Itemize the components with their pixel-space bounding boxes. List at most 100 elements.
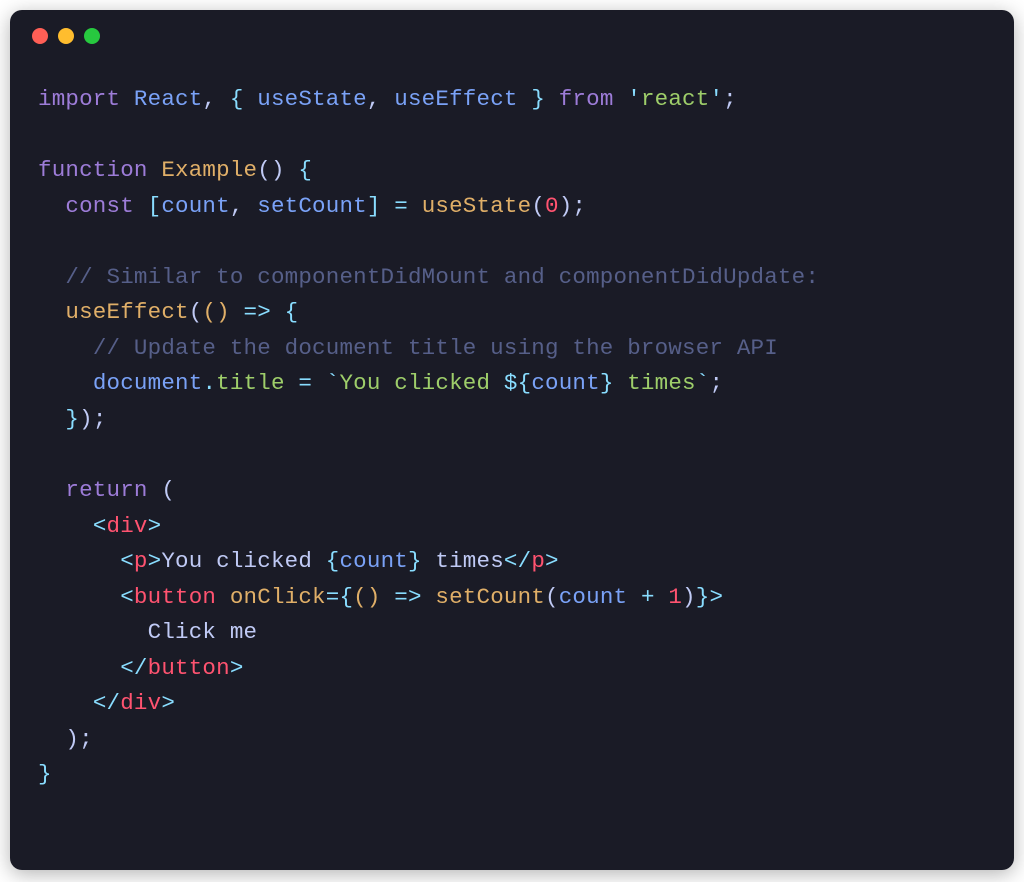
paren-open: (: [189, 299, 203, 325]
paren-close: ): [271, 157, 285, 183]
comment-line: // Update the document title using the b…: [93, 335, 778, 361]
bracket-close: ]: [367, 193, 381, 219]
var-count: count: [531, 370, 600, 396]
identifier-useeffect: useEffect: [394, 86, 517, 112]
attr-onclick: onClick: [230, 584, 326, 610]
tag-bracket: <: [120, 548, 134, 574]
comma: ,: [230, 193, 244, 219]
comma: ,: [367, 86, 381, 112]
property-title: title: [216, 370, 285, 396]
paren-open: (: [202, 299, 216, 325]
string-segment: times: [614, 370, 696, 396]
plus: +: [641, 584, 655, 610]
tag-p: p: [134, 548, 148, 574]
jsx-text: times: [422, 548, 504, 574]
string-react: react: [641, 86, 710, 112]
semicolon: ;: [79, 726, 93, 752]
close-icon[interactable]: [32, 28, 48, 44]
brace-close: }: [408, 548, 422, 574]
keyword-import: import: [38, 86, 120, 112]
tag-p: p: [531, 548, 545, 574]
paren-open: (: [161, 477, 175, 503]
tag-bracket: </: [504, 548, 531, 574]
backtick: `: [326, 370, 340, 396]
tag-div: div: [107, 513, 148, 539]
paren-close: ): [367, 584, 381, 610]
brace-open: {: [285, 299, 299, 325]
number-one: 1: [668, 584, 682, 610]
brace-close: }: [696, 584, 710, 610]
jsx-text: You clicked: [161, 548, 325, 574]
call-setcount: setCount: [435, 584, 545, 610]
brace-open: {: [230, 86, 244, 112]
semicolon: ;: [723, 86, 737, 112]
code-window: import React, { useState, useEffect } fr…: [10, 10, 1014, 870]
identifier-document: document: [93, 370, 203, 396]
arrow: =>: [244, 299, 271, 325]
tag-bracket: </: [93, 690, 120, 716]
equals: =: [394, 193, 408, 219]
semicolon: ;: [93, 406, 107, 432]
tag-bracket: >: [709, 584, 723, 610]
string-segment: You clicked: [339, 370, 503, 396]
tag-bracket: >: [148, 513, 162, 539]
keyword-return: return: [65, 477, 147, 503]
equals: =: [326, 584, 340, 610]
tag-div: div: [120, 690, 161, 716]
equals: =: [298, 370, 312, 396]
tag-bracket: <: [93, 513, 107, 539]
backtick: `: [696, 370, 710, 396]
brace-close: }: [531, 86, 545, 112]
number-zero: 0: [545, 193, 559, 219]
paren-close: ): [682, 584, 696, 610]
function-name: Example: [161, 157, 257, 183]
tag-bracket: </: [120, 655, 147, 681]
semicolon: ;: [572, 193, 586, 219]
var-setcount: setCount: [257, 193, 367, 219]
minimize-icon[interactable]: [58, 28, 74, 44]
paren-open: (: [545, 584, 559, 610]
bracket-open: [: [148, 193, 162, 219]
tag-bracket: <: [120, 584, 134, 610]
template-end: }: [600, 370, 614, 396]
tag-bracket: >: [545, 548, 559, 574]
tag-bracket: >: [148, 548, 162, 574]
paren-close: ): [79, 406, 93, 432]
comma: ,: [202, 86, 216, 112]
window-titlebar: [10, 10, 1014, 62]
paren-close: ): [559, 193, 573, 219]
keyword-function: function: [38, 157, 148, 183]
template-start: ${: [504, 370, 531, 396]
tag-bracket: >: [230, 655, 244, 681]
brace-open: {: [339, 584, 353, 610]
paren-open: (: [353, 584, 367, 610]
var-count: count: [339, 548, 408, 574]
brace-open: {: [298, 157, 312, 183]
identifier-usestate: useState: [257, 86, 367, 112]
arrow: =>: [394, 584, 421, 610]
var-count: count: [161, 193, 230, 219]
maximize-icon[interactable]: [84, 28, 100, 44]
keyword-from: from: [559, 86, 614, 112]
comment-line: // Similar to componentDidMount and comp…: [65, 264, 819, 290]
jsx-text: Click me: [148, 619, 258, 645]
identifier-react: React: [134, 86, 203, 112]
quote: ': [627, 86, 641, 112]
call-usestate: useState: [422, 193, 532, 219]
dot: .: [202, 370, 216, 396]
tag-button: button: [148, 655, 230, 681]
code-editor[interactable]: import React, { useState, useEffect } fr…: [10, 62, 1014, 813]
tag-button: button: [134, 584, 216, 610]
quote: ': [709, 86, 723, 112]
keyword-const: const: [65, 193, 134, 219]
brace-close: }: [38, 761, 52, 787]
paren-open: (: [257, 157, 271, 183]
paren-close: ): [216, 299, 230, 325]
tag-bracket: >: [161, 690, 175, 716]
brace-close: }: [65, 406, 79, 432]
paren-open: (: [531, 193, 545, 219]
semicolon: ;: [709, 370, 723, 396]
var-count: count: [559, 584, 628, 610]
call-useeffect: useEffect: [65, 299, 188, 325]
paren-close: ): [65, 726, 79, 752]
